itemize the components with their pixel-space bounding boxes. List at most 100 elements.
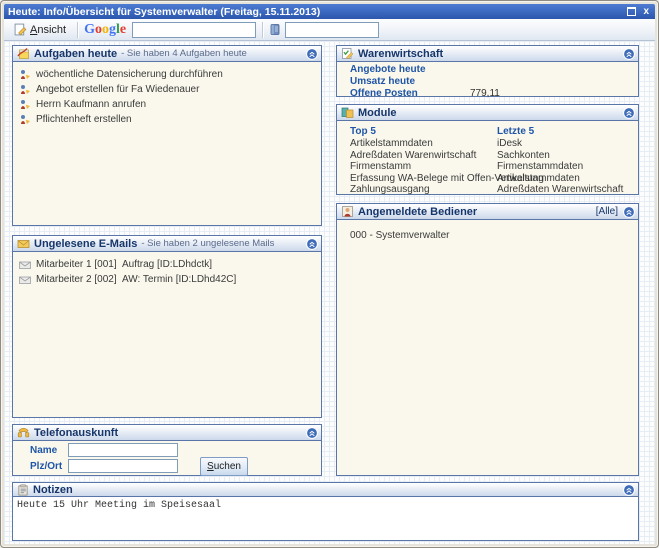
module-link[interactable]: Sachkonten	[497, 150, 623, 162]
module-icon	[341, 106, 354, 119]
panel-bediener: Angemeldete Bediener [Alle] 000 - System…	[336, 203, 639, 476]
mail-item[interactable]: Mitarbeiter 1 [001] Auftrag [ID:LDhdctk]	[13, 257, 321, 272]
mail-subject: Auftrag [ID:LDhdctk]	[122, 259, 212, 270]
module-link[interactable]: Firmenstammdaten	[497, 161, 623, 173]
panel-telefonauskunft-header: Telefonauskunft	[13, 425, 321, 441]
mail-from: Mitarbeiter 2 [002]	[36, 274, 110, 285]
task-item-label: Pflichtenheft erstellen	[36, 114, 132, 125]
panel-module-title: Module	[358, 105, 397, 121]
suchen-button[interactable]: Suchen	[200, 457, 248, 476]
ww-row: Angebote heute	[337, 64, 638, 76]
panel-module: Module Top 5 Artikelstammdaten Adreßdate…	[336, 104, 639, 195]
titlebar: Heute: Info/Übersicht für Systemverwalte…	[4, 4, 655, 19]
mail-item-icon	[19, 274, 31, 286]
task-item-label: wöchentliche Datensicherung durchführen	[36, 69, 223, 80]
task-item[interactable]: Angebot erstellen für Fa Wiedenauer	[13, 82, 321, 97]
mail-from: Mitarbeiter 1 [001]	[36, 259, 110, 270]
panel-notizen: Notizen Heute 15 Uhr Meeting im Speisesa…	[12, 482, 639, 541]
panel-warenwirtschaft: Warenwirtschaft Angebote heute Umsatz he…	[336, 45, 639, 97]
collapse-button[interactable]	[623, 107, 635, 119]
panel-warenwirtschaft-header: Warenwirtschaft	[337, 46, 638, 62]
plzort-field[interactable]	[68, 459, 178, 473]
collapse-button[interactable]	[623, 206, 635, 218]
collapse-chevron-icon	[306, 48, 318, 60]
phonebook-icon	[269, 23, 281, 36]
ww-link-angebote[interactable]: Angebote heute	[350, 64, 426, 75]
panel-aufgaben-subtitle: - Sie haben 4 Aufgaben heute	[121, 46, 247, 62]
panel-emails-title: Ungelesene E-Mails	[34, 236, 137, 252]
panel-emails: Ungelesene E-Mails - Sie haben 2 ungeles…	[12, 235, 322, 418]
ww-row: Offene Posten 779,11	[337, 88, 638, 100]
module-link[interactable]: Artikelstammdaten	[497, 173, 623, 185]
user-badge-icon	[341, 205, 354, 218]
bediener-item[interactable]: 000 - Systemverwalter	[337, 220, 638, 241]
task-item-icon	[19, 99, 31, 111]
panel-aufgaben-header: Aufgaben heute - Sie haben 4 Aufgaben he…	[13, 46, 321, 62]
panel-bediener-header: Angemeldete Bediener [Alle]	[337, 204, 638, 220]
panel-module-header: Module	[337, 105, 638, 121]
goods-icon	[341, 47, 354, 60]
tasks-icon	[17, 47, 30, 60]
toolbar: Ansicht Google	[4, 19, 655, 41]
collapse-button[interactable]	[306, 427, 318, 439]
panel-notizen-header: Notizen	[13, 483, 638, 497]
mail-item-icon	[19, 259, 31, 271]
toolbar-separator	[77, 22, 78, 38]
panel-emails-subtitle: - Sie haben 2 ungelesene Mails	[141, 236, 274, 252]
ansicht-button[interactable]: Ansicht	[9, 21, 71, 38]
task-item[interactable]: Herrn Kaufmann anrufen	[13, 97, 321, 112]
collapse-chevron-icon	[306, 238, 318, 250]
module-letzte5-column: Letzte 5 iDesk Sachkonten Firmenstammdat…	[497, 125, 623, 196]
collapse-button[interactable]	[623, 48, 635, 60]
ww-value: 779,11	[470, 88, 500, 100]
window-title: Heute: Info/Übersicht für Systemverwalte…	[8, 6, 626, 18]
alle-link[interactable]: [Alle]	[596, 204, 618, 220]
module-link[interactable]: iDesk	[497, 138, 623, 150]
panel-aufgaben-title: Aufgaben heute	[34, 46, 117, 62]
panel-notizen-title: Notizen	[33, 483, 73, 497]
name-label: Name	[30, 445, 57, 456]
collapse-chevron-icon	[623, 48, 635, 60]
task-item-label: Angebot erstellen für Fa Wiedenauer	[36, 84, 199, 95]
collapse-chevron-icon	[623, 484, 635, 496]
app-window: Heute: Info/Übersicht für Systemverwalte…	[0, 0, 659, 548]
phone-icon	[17, 426, 30, 439]
restore-icon	[627, 7, 636, 16]
collapse-chevron-icon	[623, 206, 635, 218]
panel-telefonauskunft: Telefonauskunft Name Plz/Ort Suche	[12, 424, 322, 476]
letzte5-header: Letzte 5	[497, 125, 623, 138]
task-item-icon	[19, 69, 31, 81]
phone-search-input[interactable]	[285, 22, 379, 38]
collapse-chevron-icon	[306, 427, 318, 439]
content-area: Aufgaben heute - Sie haben 4 Aufgaben he…	[4, 41, 655, 544]
ansicht-label: Ansicht	[30, 24, 66, 36]
collapse-button[interactable]	[306, 48, 318, 60]
ww-row: Umsatz heute	[337, 76, 638, 88]
restore-button[interactable]	[626, 7, 636, 17]
notes-icon	[17, 484, 29, 496]
panel-bediener-title: Angemeldete Bediener	[358, 204, 477, 220]
view-icon	[14, 23, 27, 36]
ww-link-offene-posten[interactable]: Offene Posten	[350, 88, 418, 99]
name-field[interactable]	[68, 443, 178, 457]
collapse-chevron-icon	[623, 107, 635, 119]
panel-telefonauskunft-title: Telefonauskunft	[34, 425, 118, 441]
panel-warenwirtschaft-title: Warenwirtschaft	[358, 46, 443, 62]
module-link[interactable]: Adreßdaten Warenwirtschaft	[497, 184, 623, 196]
suchen-label: Suchen	[207, 461, 241, 472]
ww-link-umsatz[interactable]: Umsatz heute	[350, 76, 415, 87]
task-item-icon	[19, 84, 31, 96]
panel-emails-header: Ungelesene E-Mails - Sie haben 2 ungeles…	[13, 236, 321, 252]
task-item-icon	[19, 114, 31, 126]
task-item[interactable]: Pflichtenheft erstellen	[13, 112, 321, 127]
mail-icon	[17, 237, 30, 250]
collapse-button[interactable]	[306, 238, 318, 250]
collapse-button[interactable]	[623, 484, 635, 496]
panel-aufgaben: Aufgaben heute - Sie haben 4 Aufgaben he…	[12, 45, 322, 226]
notizen-textarea[interactable]: Heute 15 Uhr Meeting im Speisesaal	[13, 497, 638, 540]
google-logo: Google	[84, 23, 126, 37]
close-button[interactable]: x	[643, 7, 649, 17]
mail-item[interactable]: Mitarbeiter 2 [002] AW: Termin [ID:LDhd4…	[13, 272, 321, 287]
google-search-input[interactable]	[132, 22, 256, 38]
task-item[interactable]: wöchentliche Datensicherung durchführen	[13, 67, 321, 82]
